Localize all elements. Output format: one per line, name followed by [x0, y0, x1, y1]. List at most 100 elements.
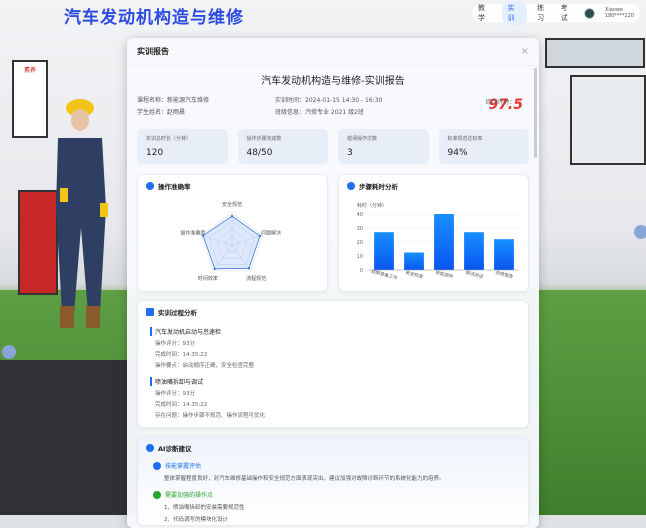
stat-label: 实训总时长（分钟）	[146, 136, 192, 142]
radar-series	[202, 215, 261, 270]
student-name: 学生姓名：赵雨晨	[137, 109, 186, 116]
alert-circle-icon	[153, 490, 161, 499]
skill-text: 整体掌握程度良好，对汽车维修基础操作和安全规范方面表现突出。建议加强对故障诊断环…	[164, 476, 445, 482]
radar-label: 安全规范	[222, 201, 242, 208]
trend-icon	[146, 308, 154, 316]
step-name: 汽车发动机启动与怠速检	[150, 327, 511, 336]
stat-value: 48/50	[246, 148, 273, 158]
pie-chart-icon	[146, 182, 154, 190]
radar-label: 问题解决	[261, 229, 281, 236]
step-note: 操作要点：启动顺序正确，安全检查完整	[155, 363, 255, 369]
process-card: 实训过程分析 汽车发动机启动与怠速检 操作评分：93分 完成时间：14:35:2…	[137, 300, 529, 428]
user-info[interactable]: Xiaowe 180****120	[605, 7, 634, 19]
bar-title: 步骤耗时分析	[359, 183, 398, 191]
x-tick-label: 调试测试	[465, 269, 485, 281]
course-name: 课程名称：新能源汽车维修	[137, 97, 210, 104]
bar	[374, 232, 394, 270]
y-tick-label: 0	[360, 268, 363, 274]
improve-title: 需要加强的操作点	[165, 492, 214, 499]
skill-title: 技能掌握评估	[165, 463, 202, 470]
radar-card: 操作准确率 安全规范问题解决流程规范 时间效率 操作准确度	[137, 174, 328, 292]
step-score: 操作评分：93分	[155, 341, 195, 347]
radar-point	[230, 215, 234, 218]
nav-exam[interactable]: 考试	[561, 3, 575, 23]
app-title: 汽车发动机构造与维修	[64, 8, 244, 28]
stat-value: 94%	[447, 148, 468, 158]
stat-label: 错误操作次数	[347, 136, 378, 142]
bar-card: 步骤耗时分析 耗时（分钟） 0 10 20 30 40 前期准备工作 安全检查 拆卸部件 调试测试…	[338, 174, 529, 292]
step-name: 喷油嘴拆卸与调试	[150, 377, 511, 386]
process-step: 汽车发动机启动与怠速检 操作评分：93分 完成时间：14:35:22 操作要点：…	[138, 327, 528, 369]
skill-assessment: 技能掌握评估	[138, 459, 528, 472]
radar-label: 流程规范	[246, 275, 266, 282]
step-note: 存在问题：操作步骤不规范、操作流程可优化	[155, 413, 266, 419]
ai-icon	[146, 444, 154, 452]
car-poster	[570, 75, 646, 165]
radar-point	[247, 267, 251, 270]
class-info: 班级信息：汽修专业 2021 级2班	[275, 109, 364, 116]
report-info: 课程名称：新能源汽车维修 学生姓名：赵雨晨 实训时间：2024-01-15 14…	[127, 95, 539, 129]
radar-title: 操作准确率	[158, 183, 191, 191]
step-time: 完成时间：14:35:22	[155, 402, 208, 408]
stat-card: 错误操作次数 3	[338, 129, 429, 164]
x-tick-label: 拆卸部件	[435, 269, 455, 281]
stat-value: 3	[347, 148, 353, 158]
score-label: 综合评分：	[485, 99, 516, 106]
instructor-avatar	[56, 99, 108, 328]
bar	[494, 239, 514, 270]
radar-label: 操作准确度	[180, 229, 205, 236]
improve-item: 1、喷油嘴拆卸的安装需要规范性	[164, 505, 245, 511]
ai-title: AI诊断建议	[158, 445, 192, 453]
check-circle-icon	[153, 461, 161, 470]
avatar[interactable]	[584, 7, 595, 19]
side-button-left[interactable]	[2, 345, 16, 359]
radar-chart: 安全规范问题解决流程规范 时间效率 操作准确度	[180, 201, 281, 282]
x-tick-label: 安全检查	[405, 269, 425, 281]
process-title: 实训过程分析	[158, 309, 197, 317]
bar	[434, 214, 454, 270]
y-tick-label: 40	[357, 212, 363, 218]
stat-label: 标准规范达标率	[447, 136, 483, 142]
radar-point	[213, 267, 216, 271]
modal-header: 实训报告 ×	[127, 38, 539, 66]
stat-label: 操作步骤完成数	[246, 136, 282, 142]
radar-label: 时间效率	[198, 275, 218, 282]
y-tick-label: 20	[357, 240, 363, 246]
y-tick-label: 30	[357, 226, 363, 232]
charts-row: 操作准确率 安全规范问题解决流程规范 时间效率 操作准确度 步骤耗时分析 耗时（分钟…	[127, 174, 539, 292]
stats-row: 实训总时长（分钟） 120 操作步骤完成数 48/50 错误操作次数 3 标准规范达标…	[127, 129, 539, 164]
stat-card: 实训总时长（分钟） 120	[137, 129, 228, 164]
nav-practice[interactable]: 练习	[537, 3, 551, 23]
step-time: 完成时间：14:35:22	[155, 352, 208, 358]
y-axis-label: 耗时（分钟）	[357, 202, 387, 209]
bar	[404, 252, 424, 270]
stat-value: 120	[146, 148, 164, 158]
report-modal: 实训报告 × 汽车发动机构造与维修-实训报告 课程名称：新能源汽车维修 学生姓名…	[127, 38, 539, 528]
bar	[464, 232, 484, 270]
side-button-right[interactable]	[634, 225, 646, 239]
report-title: 汽车发动机构造与维修-实训报告	[261, 76, 405, 87]
nav-training[interactable]: 实训	[501, 1, 528, 25]
modal-title: 实训报告	[137, 47, 169, 56]
user-phone: 180****120	[604, 13, 634, 19]
radar-point	[258, 234, 262, 238]
nav-teaching[interactable]: 教学	[478, 3, 492, 23]
stat-card: 操作步骤完成数 48/50	[237, 129, 328, 164]
improve-points: 需要加强的操作点	[138, 488, 528, 501]
floor-shadow	[0, 360, 140, 515]
analysis-icon	[347, 182, 355, 190]
stat-card: 标准规范达标率 94%	[438, 129, 529, 164]
top-nav: 教学 实训 练习 考试 Xiaowe 180****120	[472, 1, 640, 25]
bar-chart: 耗时（分钟）010203040前期准备工作 安全检查 拆卸部件 调试测试 总结报告	[357, 202, 519, 282]
training-time: 实训时间：2024-01-15 14:30 - 16:30	[275, 97, 383, 104]
ai-card: AI诊断建议 技能掌握评估 整体掌握程度良好，对汽车维修基础操作和安全规范方面表…	[137, 436, 529, 526]
close-icon[interactable]: ×	[521, 46, 529, 57]
radar-point	[201, 234, 205, 237]
step-score: 操作评分：93分	[155, 391, 195, 397]
overall-score: 综合评分： 97.5	[485, 97, 523, 113]
y-tick-label: 10	[357, 254, 363, 260]
window	[545, 38, 645, 68]
poster-title: 素养	[23, 67, 36, 74]
x-tick-label: 总结报告	[495, 269, 515, 281]
process-step: 喷油嘴拆卸与调试 操作评分：93分 完成时间：14:35:22 存在问题：操作步…	[138, 377, 528, 419]
